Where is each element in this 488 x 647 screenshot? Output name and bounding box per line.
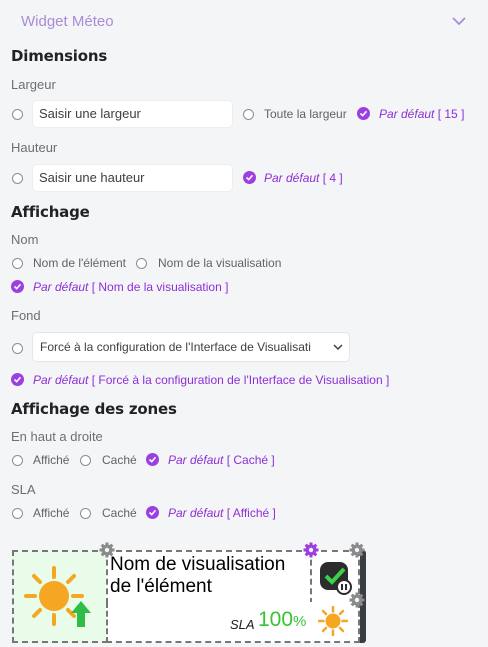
preview-name: Nom de visualisation de l'élément bbox=[110, 554, 285, 598]
nom-default-label: Par défaut [ Nom de la visualisation ] bbox=[33, 280, 228, 294]
fond-custom-radio[interactable] bbox=[12, 343, 23, 354]
top-right-default-prefix: Par défaut bbox=[168, 453, 224, 467]
sla-default-value: [ Affiché ] bbox=[226, 506, 276, 520]
nom-element-label: Nom de l'élément bbox=[33, 256, 126, 270]
preview-name-line1: Nom de visualisation bbox=[110, 554, 286, 575]
widget-title: Widget Méteo bbox=[21, 13, 114, 30]
hauteur-default-checked-icon[interactable] bbox=[243, 171, 256, 184]
nom-default-checked-icon[interactable] bbox=[11, 280, 24, 293]
hauteur-default-prefix: Par défaut bbox=[264, 171, 320, 185]
chevron-down-icon[interactable] bbox=[451, 14, 467, 28]
fond-select[interactable]: Forcé à la configuration de l'Interface … bbox=[33, 333, 349, 361]
largeur-input-placeholder: Saisir une largeur bbox=[39, 106, 141, 121]
widget-preview: Nom de visualisation de l'élément SLA 10… bbox=[12, 550, 366, 643]
top-right-hidden-label: Caché bbox=[102, 453, 137, 467]
nom-visualisation-label: Nom de la visualisation bbox=[158, 256, 282, 270]
nom-default-prefix: Par défaut bbox=[33, 280, 89, 294]
hauteur-label: Hauteur bbox=[11, 140, 58, 155]
hauteur-input[interactable]: Saisir une hauteur bbox=[33, 165, 232, 191]
top-right-shown-label: Affiché bbox=[33, 453, 70, 467]
largeur-default-value: [ 15 ] bbox=[437, 107, 465, 121]
preview-sla-zone[interactable]: SLA 100% bbox=[106, 602, 360, 643]
sla-hidden-radio[interactable] bbox=[80, 508, 91, 519]
preview-sla-unit: % bbox=[293, 613, 307, 630]
preview-sla-label: SLA bbox=[230, 617, 255, 632]
preview-name-zone[interactable]: Nom de visualisation de l'élément bbox=[106, 550, 312, 604]
zones-title: Affichage des zones bbox=[11, 400, 177, 418]
preview-weather-zone[interactable] bbox=[12, 550, 108, 643]
widget-header[interactable]: Widget Méteo bbox=[0, 0, 488, 42]
chevron-down-icon bbox=[333, 344, 343, 351]
hauteur-input-placeholder: Saisir une hauteur bbox=[39, 170, 145, 185]
gear-icon[interactable] bbox=[303, 542, 319, 558]
hauteur-default-value: [ 4 ] bbox=[322, 171, 343, 185]
largeur-full-label: Toute la largeur bbox=[264, 107, 347, 121]
dimensions-title: Dimensions bbox=[11, 47, 108, 65]
sla-hidden-label: Caché bbox=[102, 506, 137, 520]
hauteur-default-label: Par défaut [ 4 ] bbox=[264, 171, 343, 185]
fond-label: Fond bbox=[11, 308, 41, 323]
sla-shown-label: Affiché bbox=[33, 506, 70, 520]
gear-icon[interactable] bbox=[349, 592, 365, 608]
fond-select-value: Forcé à la configuration de l'Interface … bbox=[40, 340, 311, 354]
arrow-up-icon bbox=[71, 601, 91, 627]
sla-default-label: Par défaut [ Affiché ] bbox=[168, 506, 276, 520]
nom-default-value: [ Nom de la visualisation ] bbox=[91, 280, 229, 294]
preview-sla-number: 100 bbox=[258, 608, 294, 631]
nom-visualisation-radio[interactable] bbox=[136, 258, 147, 269]
gear-icon[interactable] bbox=[99, 542, 115, 558]
largeur-full-radio[interactable] bbox=[243, 109, 254, 120]
top-right-default-checked-icon[interactable] bbox=[146, 453, 159, 466]
check-status-icon bbox=[320, 562, 352, 595]
largeur-label: Largeur bbox=[11, 77, 56, 92]
fond-default-prefix: Par défaut bbox=[33, 373, 89, 387]
top-right-default-value: [ Caché ] bbox=[226, 453, 275, 467]
sla-default-checked-icon[interactable] bbox=[146, 506, 159, 519]
hauteur-custom-radio[interactable] bbox=[12, 173, 23, 184]
sla-default-prefix: Par défaut bbox=[168, 506, 224, 520]
largeur-custom-radio[interactable] bbox=[12, 109, 23, 120]
fond-default-value: [ Forcé à la configuration de l'Interfac… bbox=[91, 373, 390, 387]
top-right-hidden-radio[interactable] bbox=[80, 455, 91, 466]
top-right-label: En haut a droite bbox=[11, 429, 103, 444]
sla-shown-radio[interactable] bbox=[12, 508, 23, 519]
sla-label: SLA bbox=[11, 482, 36, 497]
fond-default-label: Par défaut [ Forcé à la configuration de… bbox=[33, 373, 389, 387]
largeur-default-prefix: Par défaut bbox=[379, 107, 435, 121]
gear-icon[interactable] bbox=[349, 542, 365, 558]
sun-icon bbox=[318, 606, 348, 636]
preview-sla-value: 100% bbox=[258, 608, 306, 632]
affichage-title: Affichage bbox=[11, 203, 90, 221]
top-right-shown-radio[interactable] bbox=[12, 455, 23, 466]
nom-element-radio[interactable] bbox=[12, 258, 23, 269]
top-right-default-label: Par défaut [ Caché ] bbox=[168, 453, 275, 467]
largeur-default-checked-icon[interactable] bbox=[357, 107, 370, 120]
nom-label: Nom bbox=[11, 232, 39, 247]
largeur-default-label: Par défaut [ 15 ] bbox=[379, 107, 464, 121]
fond-default-checked-icon[interactable] bbox=[11, 373, 24, 386]
preview-name-line2: de l'élément bbox=[110, 576, 212, 597]
largeur-input[interactable]: Saisir une largeur bbox=[33, 101, 232, 127]
